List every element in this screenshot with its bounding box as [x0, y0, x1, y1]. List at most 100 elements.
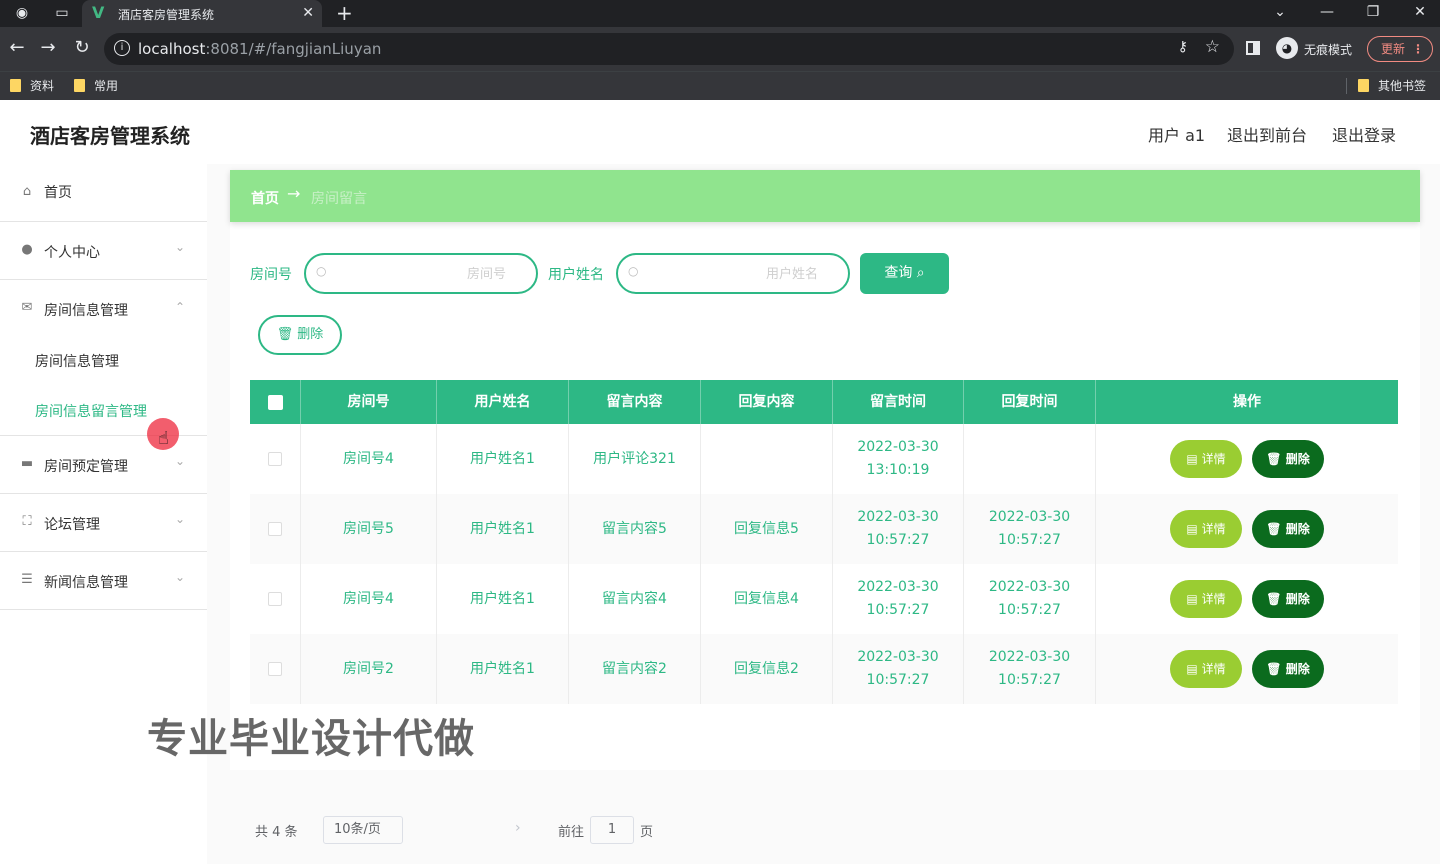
col-user: 用户姓名: [437, 380, 569, 424]
restore-icon[interactable]: ❐: [1363, 2, 1383, 22]
row-checkbox[interactable]: [268, 662, 282, 676]
cell-reply: [701, 424, 833, 494]
app-header: 酒店客房管理系统 用户 a1 退出到前台 退出登录: [0, 100, 1440, 164]
row-checkbox[interactable]: [268, 522, 282, 536]
web-page: 酒店客房管理系统 用户 a1 退出到前台 退出登录 ⌂ 首页 ● 个人中心 ⌄ …: [0, 100, 1440, 864]
sidebar-item-label: 新闻信息管理: [44, 575, 128, 591]
site-info-icon[interactable]: i: [114, 40, 130, 56]
cell-reply-time: 2022-03-30 10:57:27: [964, 564, 1096, 634]
sidebar-item-personal-center[interactable]: ● 个人中心 ⌄: [0, 222, 207, 280]
cell-msg-time: 2022-03-30 10:57:27: [833, 494, 964, 564]
delete-button[interactable]: 🗑 删除: [1252, 510, 1324, 548]
sidebar-item-room-info[interactable]: ✉ 房间信息管理 ⌃ 房间信息管理 房间信息留言管理: [0, 280, 207, 436]
document-icon: ▤: [1186, 662, 1202, 676]
query-button[interactable]: 查询 ⌕: [860, 253, 949, 294]
cell-reply: 回复信息4: [701, 564, 833, 634]
cell-user: 用户姓名1: [437, 494, 569, 564]
cell-content: 留言内容2: [569, 634, 701, 704]
sidebar-item-forum[interactable]: ⛶ 论坛管理 ⌄: [0, 494, 207, 552]
user-name-search[interactable]: ○: [616, 253, 850, 294]
hand-pointer-icon: ☝: [158, 428, 169, 449]
table-row: 房间号5 用户姓名1 留言内容5 回复信息5 2022-03-30 10:57:27 20…: [250, 494, 1398, 564]
more-menu-icon[interactable]: ⋮: [1412, 37, 1424, 61]
delete-button[interactable]: 🗑 删除: [1252, 580, 1324, 618]
exit-to-front-link[interactable]: 退出到前台: [1227, 122, 1307, 146]
side-panel-icon[interactable]: [1246, 41, 1260, 55]
current-user: 用户 a1: [1148, 126, 1206, 145]
browser-tab[interactable]: V 酒店客房管理系统 ✕: [82, 0, 322, 27]
row-select-cell: [250, 424, 301, 494]
cell-msg-time: 2022-03-30 10:57:27: [833, 564, 964, 634]
browser-globe-icon[interactable]: ◉: [12, 4, 32, 22]
select-all-checkbox[interactable]: [268, 395, 283, 410]
cell-room: 房间号5: [301, 494, 437, 564]
room-number-input[interactable]: [336, 261, 506, 287]
delete-label: 删除: [1285, 522, 1310, 536]
sidebar-item-label: 房间预定管理: [44, 459, 128, 475]
detail-button[interactable]: ▤ 详情: [1170, 580, 1242, 618]
back-icon[interactable]: ←: [6, 37, 28, 59]
update-button[interactable]: 更新 ⋮: [1367, 36, 1433, 62]
sidebar-item-room-booking[interactable]: ▬ 房间预定管理 ⌄: [0, 436, 207, 494]
reload-icon[interactable]: ↻: [71, 37, 93, 59]
cell-user: 用户姓名1: [437, 564, 569, 634]
cell-content: 用户评论321: [569, 424, 701, 494]
update-label: 更新: [1381, 42, 1406, 56]
chevron-up-icon: ⌃: [174, 300, 185, 314]
password-key-icon[interactable]: ⚷: [1178, 39, 1188, 55]
cell-reply-time: [964, 424, 1096, 494]
sidebar-subitem-room-info[interactable]: 房间信息管理: [35, 351, 119, 371]
window-icon[interactable]: ▭: [52, 4, 72, 22]
sidebar-item-home[interactable]: ⌂ 首页: [0, 164, 207, 222]
window-close-icon[interactable]: ✕: [1410, 2, 1430, 22]
incognito-label: 无痕模式: [1304, 43, 1353, 57]
sidebar-subitem-room-messages[interactable]: 房间信息留言管理: [35, 401, 147, 421]
tab-close-icon[interactable]: ✕: [302, 4, 314, 22]
user-name-input[interactable]: [648, 261, 818, 287]
sidebar-item-news[interactable]: ☰ 新闻信息管理 ⌄: [0, 552, 207, 610]
goto-page-input[interactable]: 1: [590, 816, 634, 844]
logout-link[interactable]: 退出登录: [1332, 122, 1396, 146]
detail-button[interactable]: ▤ 详情: [1170, 650, 1242, 688]
bookmarks-bar: 资料 常用 其他书签: [0, 71, 1440, 100]
delete-label: 删除: [1285, 662, 1310, 676]
bookmark-folder-ziliao[interactable]: 资料: [8, 77, 54, 95]
minimize-icon[interactable]: —: [1317, 2, 1337, 22]
trash-icon: 🗑: [1266, 592, 1286, 606]
cell-reply-time: 2022-03-30 10:57:27: [964, 494, 1096, 564]
cell-reply: 回复信息5: [701, 494, 833, 564]
incognito-icon[interactable]: ◕: [1276, 37, 1298, 59]
url-text[interactable]: localhost:8081/#/fangjianLiuyan: [138, 40, 381, 58]
tab-list-icon[interactable]: ⌄: [1270, 2, 1290, 22]
detail-button[interactable]: ▤ 详情: [1170, 510, 1242, 548]
delete-button[interactable]: 🗑 删除: [1252, 650, 1324, 688]
address-bar[interactable]: i localhost:8081/#/fangjianLiuyan ⚷ ☆: [104, 33, 1234, 65]
chevron-down-icon: ⌄: [174, 240, 185, 254]
page-size-select[interactable]: 10条/页: [323, 816, 403, 844]
col-room: 房间号: [301, 380, 437, 424]
row-checkbox[interactable]: [268, 452, 282, 466]
cell-reply: 回复信息2: [701, 634, 833, 704]
detail-button[interactable]: ▤ 详情: [1170, 440, 1242, 478]
new-tab-button[interactable]: +: [336, 2, 353, 24]
row-checkbox[interactable]: [268, 592, 282, 606]
room-number-search[interactable]: ○: [304, 253, 538, 294]
breadcrumb-home[interactable]: 首页: [251, 188, 279, 208]
url-path: :8081/#/fangjianLiuyan: [205, 40, 382, 58]
next-page-icon[interactable]: ›: [515, 820, 521, 836]
bookmark-folder-changyong[interactable]: 常用: [72, 77, 118, 95]
delete-button[interactable]: 🗑 删除: [1252, 440, 1324, 478]
bookmark-folder-other[interactable]: 其他书签: [1356, 77, 1426, 95]
bookmark-star-icon[interactable]: ☆: [1205, 37, 1220, 57]
breadcrumb-current: 房间留言: [311, 191, 367, 207]
cell-room: 房间号2: [301, 634, 437, 704]
forward-icon[interactable]: →: [37, 37, 59, 59]
chevron-down-icon: ⌄: [174, 454, 185, 468]
system-title: 酒店客房管理系统: [30, 124, 190, 148]
user-name-label: 用户姓名: [548, 267, 604, 283]
watermark: 专业毕业设计代做: [147, 716, 475, 762]
fullscreen-icon: ⛶: [22, 514, 32, 529]
batch-delete-button[interactable]: 🗑 删除: [258, 315, 342, 355]
detail-label: 详情: [1201, 592, 1226, 606]
table-row: 房间号4 用户姓名1 用户评论321 2022-03-30 13:10:19 ▤ 详情 🗑…: [250, 424, 1398, 494]
